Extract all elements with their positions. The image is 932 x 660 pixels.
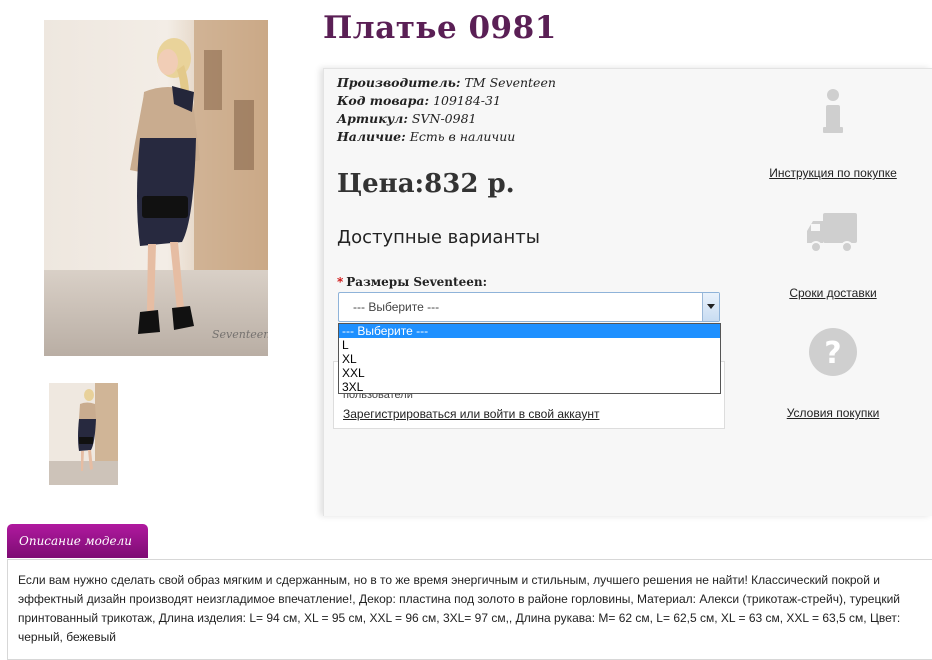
dress-photo-image: Seventeen <box>44 20 268 356</box>
options-heading: Доступные варианты <box>337 227 540 248</box>
size-option-3xl[interactable]: 3XL <box>339 380 720 394</box>
size-option-xl[interactable]: XL <box>339 352 720 366</box>
sidebar-link-terms[interactable]: Условия покупки <box>768 406 898 420</box>
sidebar-link-delivery[interactable]: Сроки доставки <box>768 286 898 300</box>
size-option-placeholder[interactable]: --- Выберите --- <box>339 324 720 338</box>
dress-thumbnail-image <box>49 383 118 485</box>
login-register-link[interactable]: Зарегистрироваться или войти в свой акка… <box>343 407 599 421</box>
svg-text:Seventeen: Seventeen <box>212 328 268 341</box>
sidebar-item-terms[interactable]: ? Условия покупки <box>768 326 898 420</box>
product-main-photo[interactable]: Seventeen <box>44 20 268 356</box>
product-price: Цена:832 р. <box>337 169 515 199</box>
meta-product-code: Код товара: 109184-31 <box>337 93 501 108</box>
meta-article: Артикул: SVN-0981 <box>337 111 477 126</box>
svg-text:?: ? <box>824 336 841 371</box>
size-select-value: --- Выберите --- <box>353 300 440 314</box>
product-info-panel: Производитель: TM Seventeen Код товара: … <box>323 68 932 516</box>
size-option-xxl[interactable]: XXL <box>339 366 720 380</box>
chevron-down-icon[interactable] <box>702 293 719 321</box>
tab-description-label: Описание модели <box>19 534 132 548</box>
size-select-label: * Размеры Seventeen: <box>337 275 487 289</box>
size-select[interactable]: --- Выберите --- <box>338 292 720 322</box>
truck-icon <box>807 213 857 253</box>
tab-description[interactable]: Описание модели <box>7 524 148 558</box>
sidebar-item-instructions[interactable]: Инструкция по покупке <box>768 87 898 180</box>
product-title: Платье 0981 <box>323 10 557 46</box>
sidebar-link-instructions[interactable]: Инструкция по покупке <box>768 166 898 180</box>
product-meta: Производитель: TM Seventeen Код товара: … <box>337 74 556 146</box>
description-text: Если вам нужно сделать свой образ мягким… <box>18 573 901 644</box>
size-dropdown-list[interactable]: --- Выберите --- L XL XXL 3XL <box>338 323 721 394</box>
description-panel: Если вам нужно сделать свой образ мягким… <box>7 559 932 660</box>
meta-availability: Наличие: Есть в наличии <box>337 129 516 144</box>
size-option-l[interactable]: L <box>339 338 720 352</box>
meta-manufacturer: Производитель: TM Seventeen <box>337 75 556 90</box>
product-thumbnail[interactable] <box>49 383 118 485</box>
required-mark: * <box>337 275 344 289</box>
sidebar-item-delivery[interactable]: Сроки доставки <box>768 209 898 300</box>
question-icon: ? <box>809 328 857 376</box>
info-icon <box>823 89 843 133</box>
